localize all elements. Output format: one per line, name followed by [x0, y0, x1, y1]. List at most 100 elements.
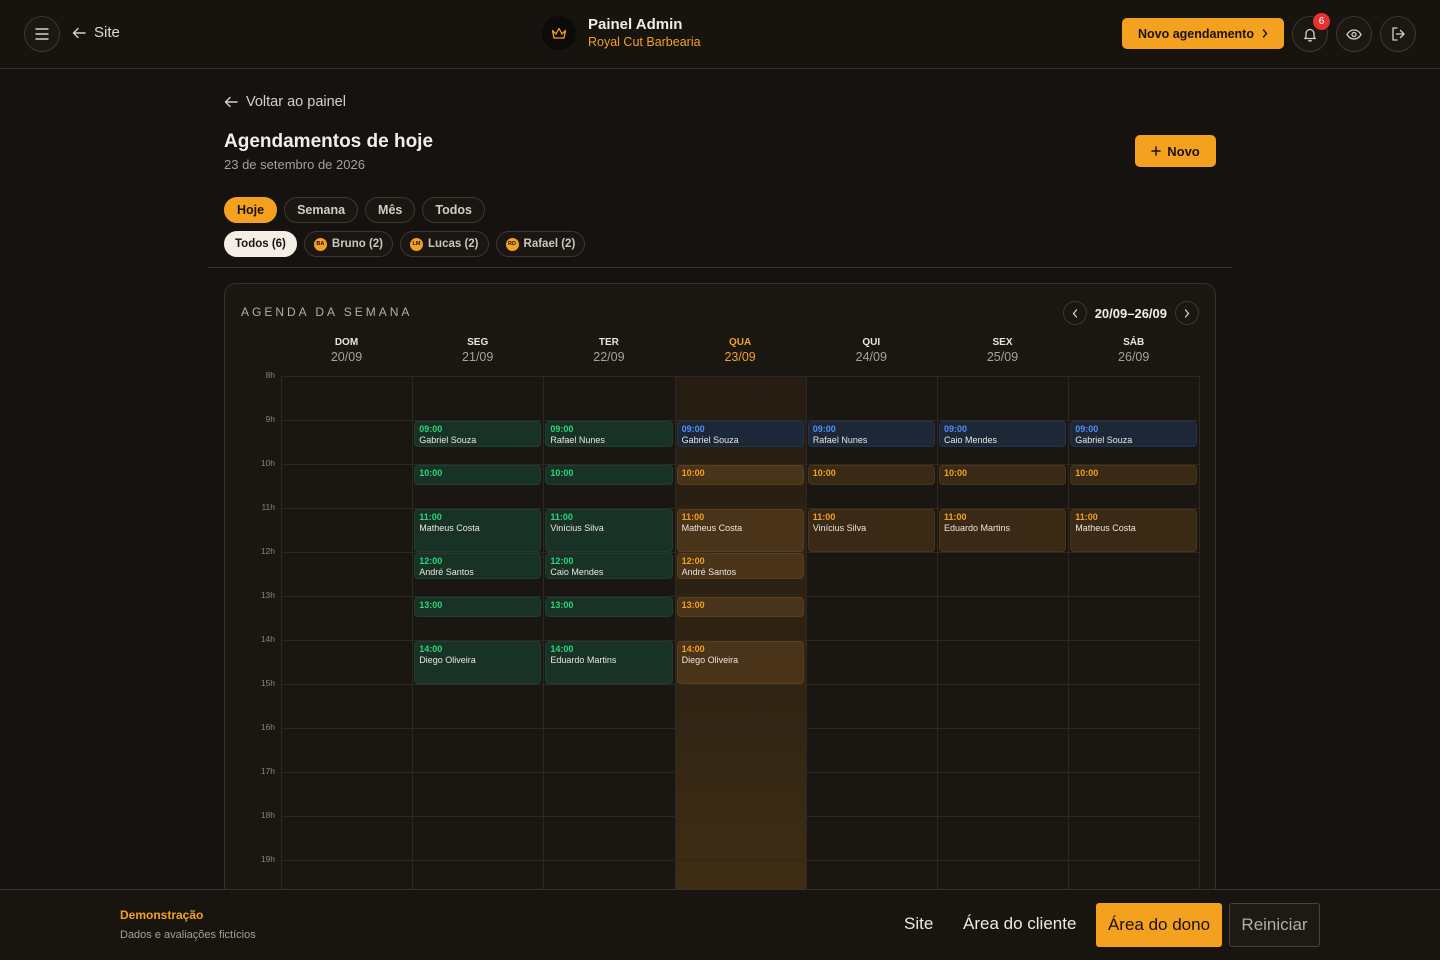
footer-client-area-link[interactable]: Área do cliente — [963, 914, 1076, 934]
appointment-client: Gabriel Souza — [1075, 435, 1133, 445]
barber-filter-label: Todos (6) — [235, 238, 286, 250]
new-appointment-label: Novo agendamento — [1138, 26, 1254, 41]
appointment-block[interactable]: 14:00 Diego Oliveira — [414, 641, 542, 684]
appointment-block[interactable]: 12:00 Caio Mendes — [545, 553, 673, 580]
column-line — [543, 376, 545, 902]
new-button-label: Novo — [1167, 143, 1200, 159]
app-subtitle: Royal Cut Barbearia — [588, 35, 701, 49]
appointment-time: 10:00 — [681, 468, 705, 478]
filter-month[interactable]: Mês — [365, 197, 416, 223]
appointment-block[interactable]: 14:00 Eduardo Martins — [545, 641, 673, 684]
barber-filter-rafael[interactable]: RD Rafael (2) — [495, 231, 586, 257]
appointment-block[interactable]: 10:00 — [939, 465, 1067, 485]
filter-week[interactable]: Semana — [284, 197, 359, 223]
hour-line — [281, 860, 1199, 861]
appointment-client: Caio Mendes — [944, 435, 998, 445]
appointment-block[interactable]: 11:00 Eduardo Martins — [939, 509, 1067, 552]
next-week-button[interactable] — [1175, 301, 1199, 325]
day-name: SEG — [467, 337, 489, 348]
appointment-block[interactable]: 13:00 — [676, 597, 804, 617]
menu-button[interactable] — [24, 16, 60, 52]
appointment-block[interactable]: 10:00 — [414, 465, 542, 485]
appointment-time: 11:00 — [1075, 512, 1098, 522]
hour-label: 10h — [260, 458, 275, 468]
appointment-block[interactable]: 09:00 Caio Mendes — [939, 421, 1067, 448]
day-name: QUI — [862, 337, 881, 348]
appointment-time: 11:00 — [812, 512, 836, 522]
new-button[interactable]: Novo — [1135, 135, 1216, 167]
hour-label: 13h — [260, 590, 275, 600]
column-line — [674, 376, 676, 902]
hour-label: 11h — [261, 502, 275, 512]
appointment-time: 09:00 — [550, 424, 574, 434]
barber-filter-all[interactable]: Todos (6) — [224, 231, 297, 257]
back-to-dashboard-link[interactable]: Voltar ao painel — [224, 94, 346, 110]
barber-filter-label: Lucas (2) — [428, 238, 479, 250]
footer-site-link[interactable]: Site — [904, 914, 933, 934]
hamburger-icon — [35, 28, 49, 40]
top-bar: Site Painel Admin Royal Cut Barbearia No… — [0, 0, 1440, 69]
notifications-button[interactable]: 6 — [1292, 13, 1330, 52]
week-calendar: AGENDA DA SEMANA 20/09–26/09 DOM 20/09 SEG… — [224, 283, 1216, 903]
page-title: Agendamentos de hoje — [224, 131, 434, 152]
new-appointment-button[interactable]: Novo agendamento — [1122, 18, 1284, 49]
appointment-block[interactable]: 09:00 Gabriel Souza — [414, 421, 542, 448]
footer-owner-area-button[interactable]: Área do dono — [1096, 903, 1222, 947]
appointment-block[interactable]: 09:00 Gabriel Souza — [676, 421, 804, 448]
day-header-sáb: SÁB 26/09 — [1068, 337, 1199, 364]
day-date: 23/09 — [724, 350, 756, 364]
appointment-block[interactable]: 10:00 — [1070, 465, 1198, 485]
appointment-block[interactable]: 13:00 — [545, 597, 673, 617]
appointment-time: 10:00 — [1075, 468, 1099, 478]
appointment-block[interactable]: 09:00 Rafael Nunes — [545, 421, 673, 448]
column-line — [805, 376, 807, 902]
barber-filter-lucas[interactable]: LM Lucas (2) — [400, 231, 489, 257]
appointment-client: Gabriel Souza — [419, 435, 477, 445]
appointment-block[interactable]: 11:00 Vinícius Silva — [545, 509, 673, 552]
logout-button[interactable] — [1380, 16, 1416, 52]
appointment-block[interactable]: 11:00 Vinícius Silva — [807, 509, 935, 552]
appointment-block[interactable]: 09:00 Gabriel Souza — [1070, 421, 1198, 448]
appointment-block[interactable]: 14:00 Diego Oliveira — [676, 641, 804, 684]
notification-badge: 6 — [1313, 13, 1330, 30]
appointment-block[interactable]: 10:00 — [676, 465, 804, 485]
appointment-block[interactable]: 11:00 Matheus Costa — [676, 509, 804, 552]
column-line — [1068, 376, 1070, 902]
appointment-client: Eduardo Martins — [944, 523, 1011, 533]
column-line — [937, 376, 938, 902]
calendar-grid: 8h 9h 10h 11h 12h 13h 14h 15h 16h 17h 18h 19h 09:00 G… — [261, 370, 1201, 902]
appointment-block[interactable]: 11:00 Matheus Costa — [1070, 509, 1198, 552]
appointment-block[interactable]: 10:00 — [545, 465, 673, 485]
day-header-sex: SEX 25/09 — [937, 337, 1068, 364]
appointment-block[interactable]: 13:00 — [414, 597, 542, 617]
appointment-block[interactable]: 10:00 — [807, 465, 935, 485]
day-name: TER — [598, 337, 619, 348]
appointment-block[interactable]: 09:00 Rafael Nunes — [807, 421, 935, 448]
appointment-block[interactable]: 12:00 André Santos — [676, 553, 804, 580]
calendar-heading: AGENDA DA SEMANA — [241, 305, 413, 319]
footer-reset-button[interactable]: Reiniciar — [1229, 903, 1320, 947]
demo-footer: Demonstração Dados e avaliações fictício… — [0, 889, 1440, 960]
appointment-block[interactable]: 12:00 André Santos — [414, 553, 542, 580]
preview-button[interactable] — [1336, 16, 1372, 52]
appointment-block[interactable]: 11:00 Matheus Costa — [414, 509, 542, 552]
brand: Painel Admin Royal Cut Barbearia — [542, 16, 701, 50]
app-title: Painel Admin — [588, 16, 683, 33]
appointment-client: Eduardo Martins — [550, 655, 617, 665]
hour-label: 9h — [265, 414, 275, 424]
appointment-client: Diego Oliveira — [681, 655, 739, 665]
column-line — [412, 376, 414, 902]
barber-filter-bruno[interactable]: BA Bruno (2) — [303, 231, 394, 257]
previous-week-button[interactable] — [1062, 301, 1087, 325]
site-link[interactable]: Site — [72, 24, 120, 41]
page-date: 23 de setembro de 2026 — [224, 157, 365, 172]
plus-icon — [1151, 146, 1161, 156]
day-header-seg: SEG 21/09 — [412, 337, 543, 364]
week-navigation: 20/09–26/09 — [1062, 301, 1199, 325]
demo-subtitle: Dados e avaliações fictícios — [120, 929, 256, 941]
filter-today[interactable]: Hoje — [224, 197, 278, 223]
filter-all[interactable]: Todos — [422, 197, 485, 223]
hour-label: 16h — [260, 722, 275, 732]
day-header-qui: QUI 24/09 — [806, 337, 937, 364]
appointment-client: Rafael Nunes — [550, 435, 605, 445]
